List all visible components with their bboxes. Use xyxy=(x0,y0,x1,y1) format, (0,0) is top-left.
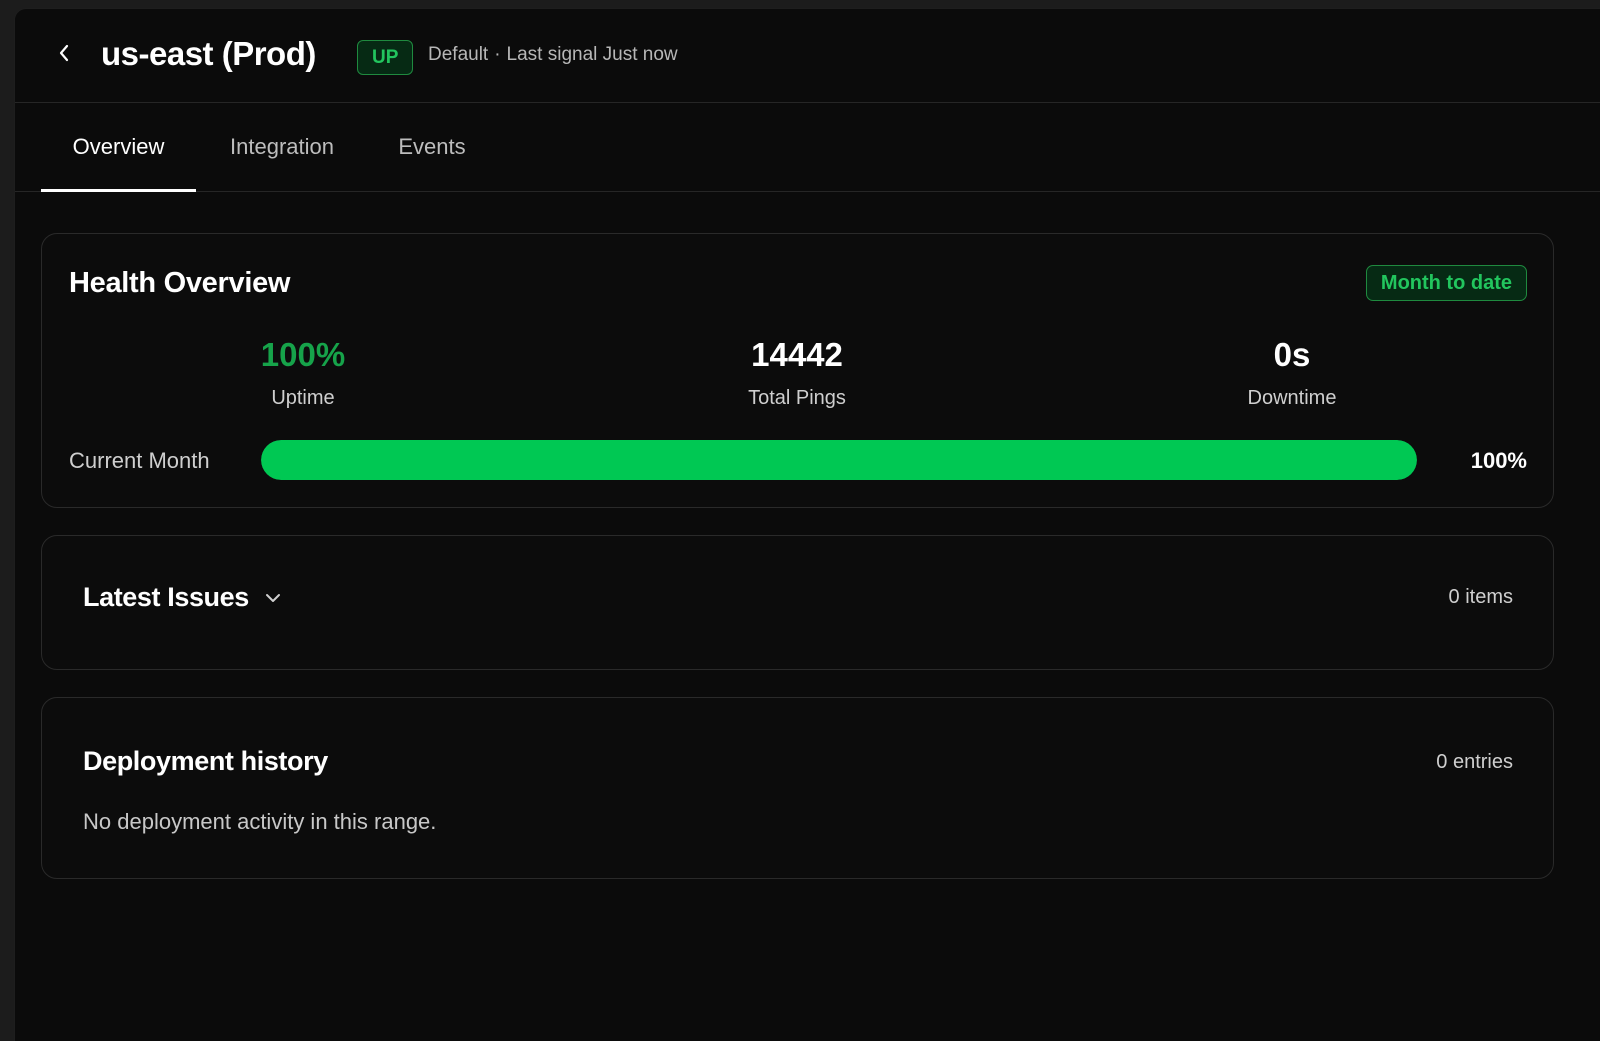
tab-overview[interactable]: Overview xyxy=(41,103,196,192)
tab-bar: Overview Integration Events xyxy=(15,103,1600,192)
total-pings-value: 14442 xyxy=(751,336,843,373)
tab-integration[interactable]: Integration xyxy=(222,103,342,191)
total-pings-label: Total Pings xyxy=(748,387,846,409)
health-overview-title: Health Overview xyxy=(69,267,291,299)
downtime-stat: 0s Downtime xyxy=(1172,336,1412,410)
uptime-label: Uptime xyxy=(271,387,335,409)
date-range-button[interactable]: Month to date xyxy=(1365,265,1527,301)
last-signal-text: Last signal Just now xyxy=(506,44,678,65)
downtime-label: Downtime xyxy=(1247,387,1337,409)
progress-percent: 100% xyxy=(1470,448,1527,473)
chevron-left-icon xyxy=(59,44,69,62)
deployment-count: 0 entries xyxy=(1436,751,1513,773)
chevron-down-icon xyxy=(266,594,280,602)
header-meta: Default · Last signal Just now xyxy=(428,44,678,66)
deployment-empty-state: No deployment activity in this range. xyxy=(83,809,437,834)
meta-separator: · xyxy=(494,44,501,65)
tab-events[interactable]: Events xyxy=(390,103,474,191)
total-pings-stat: 14442 Total Pings xyxy=(677,336,917,410)
uptime-progress-bar xyxy=(261,440,1417,480)
uptime-progress-fill xyxy=(261,440,1417,480)
expand-issues-button[interactable] xyxy=(262,587,284,609)
latest-issues-title[interactable]: Latest Issues xyxy=(83,582,249,613)
uptime-stat: 100% Uptime xyxy=(183,336,423,410)
latest-issues-card: Latest Issues 0 items xyxy=(41,535,1554,670)
status-badge: UP xyxy=(357,40,414,75)
page-title: us-east (Prod) xyxy=(101,35,316,72)
health-overview-card: Health Overview Month to date 100% Uptim… xyxy=(41,233,1554,508)
environment-label: Default xyxy=(428,44,489,65)
issues-count: 0 items xyxy=(1448,586,1513,608)
downtime-value: 0s xyxy=(1273,336,1311,373)
deployment-history-card: Deployment history 0 entries No deployme… xyxy=(41,697,1554,879)
back-button[interactable] xyxy=(53,41,75,65)
deployment-history-title: Deployment history xyxy=(83,746,328,776)
progress-label: Current Month xyxy=(69,448,210,473)
page-header: us-east (Prod) UP Default · Last signal Ju… xyxy=(15,9,1600,103)
uptime-value: 100% xyxy=(260,336,346,373)
app-window: us-east (Prod) UP Default · Last signal Ju… xyxy=(14,8,1600,1041)
